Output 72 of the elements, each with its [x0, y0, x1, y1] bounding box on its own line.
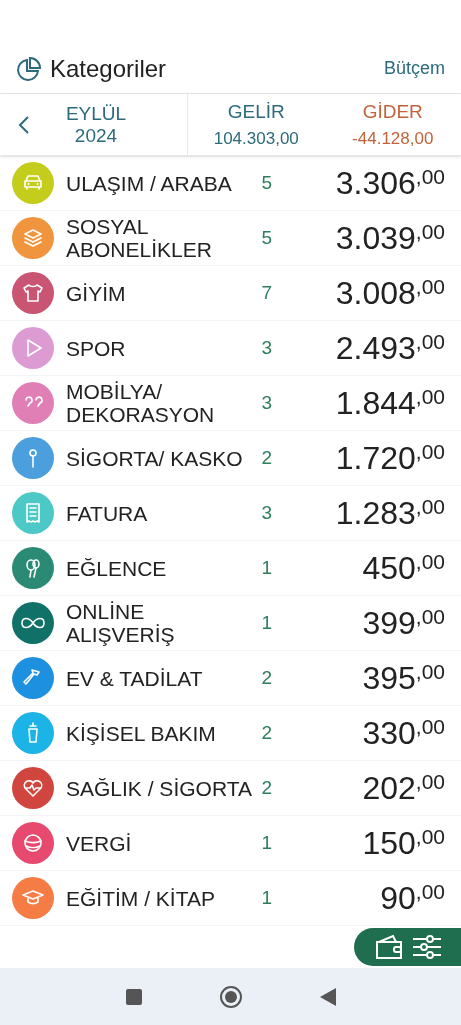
transaction-count: 2 [260, 775, 272, 800]
category-name: SAĞLIK / SİGORTA [66, 776, 252, 800]
transaction-count: 1 [260, 610, 272, 635]
transaction-count: 3 [260, 390, 272, 415]
pie-chart-icon [16, 55, 42, 82]
transaction-count: 1 [260, 555, 272, 580]
category-name: ULAŞIM / ARABA [66, 171, 233, 195]
infinity-icon [21, 617, 45, 629]
transaction-count: 7 [260, 280, 272, 305]
amount: 1.844 [335, 385, 416, 421]
category-name: EĞİTİM / KİTAP [66, 886, 216, 910]
income-label: GELİR [227, 99, 285, 124]
chevron-left-icon [18, 114, 30, 135]
amount-decimals: ,00 [415, 440, 445, 464]
transaction-count: 5 [260, 170, 272, 195]
amount-decimals: ,00 [415, 715, 445, 739]
amount: 202 [362, 770, 416, 806]
transaction-count: 5 [260, 225, 272, 250]
category-name: FATURA [66, 501, 149, 525]
category-name: VERGİ [66, 831, 133, 855]
amount: 150 [362, 825, 416, 861]
amount-decimals: ,00 [415, 165, 445, 189]
category-name: EV & TADİLAT [66, 666, 204, 690]
amount-decimals: ,00 [415, 495, 445, 519]
screen-title: Kategoriler [50, 53, 167, 84]
category-name: ONLİNE ALIŞVERİŞ [66, 600, 176, 646]
amount-decimals: ,00 [415, 385, 445, 409]
amount-decimals: ,00 [415, 275, 445, 299]
expense-total: -44.128,00 [352, 128, 434, 150]
transaction-count: 1 [260, 830, 272, 855]
category-name: EĞLENCE [66, 556, 168, 580]
category-name: SİGORTA/ KASKO [66, 446, 244, 470]
amount-decimals: ,00 [415, 220, 445, 244]
budget-link[interactable]: Bütçem [383, 55, 445, 82]
wallet-icon [373, 934, 404, 960]
amount: 90 [380, 880, 416, 916]
amount: 1.283 [335, 495, 416, 531]
income-total: 104.303,00 [213, 128, 299, 150]
amount-decimals: ,00 [415, 660, 445, 684]
amount: 395 [362, 660, 416, 696]
home-icon[interactable] [218, 984, 243, 1009]
amount: 2.493 [335, 330, 416, 366]
expense-label: GİDER [362, 99, 423, 124]
back-icon[interactable] [318, 986, 337, 1007]
wallet-filter-button[interactable] [354, 928, 461, 966]
category-name: SOSYAL ABONELİKLER [66, 215, 213, 261]
amount: 1.720 [335, 440, 416, 476]
category-name: KİŞİSEL BAKIM [66, 721, 217, 745]
amount-decimals: ,00 [415, 825, 445, 849]
amount-decimals: ,00 [415, 550, 445, 574]
transaction-count: 1 [260, 885, 272, 910]
amount: 330 [362, 715, 416, 751]
sliders-icon [411, 935, 442, 959]
amount-decimals: ,00 [415, 880, 445, 904]
amount: 399 [362, 605, 416, 641]
category-name: GİYİM [66, 281, 127, 305]
amount-decimals: ,00 [415, 770, 445, 794]
category-name: SPOR [66, 336, 127, 360]
recent-apps-icon[interactable] [124, 987, 143, 1006]
amount: 3.306 [335, 165, 416, 201]
amount-decimals: ,00 [415, 330, 445, 354]
transaction-count: 2 [260, 720, 272, 745]
transaction-count: 3 [260, 335, 272, 360]
transaction-count: 2 [260, 665, 272, 690]
amount: 3.039 [335, 220, 416, 256]
amount: 3.008 [335, 275, 416, 311]
period-label: EYLÜL 2024 [64, 102, 128, 147]
transaction-count: 2 [260, 445, 272, 470]
transaction-count: 3 [260, 500, 272, 525]
amount: 450 [362, 550, 416, 586]
category-name: MOBİLYA/ DEKORASYON [66, 380, 216, 426]
amount-decimals: ,00 [415, 605, 445, 629]
